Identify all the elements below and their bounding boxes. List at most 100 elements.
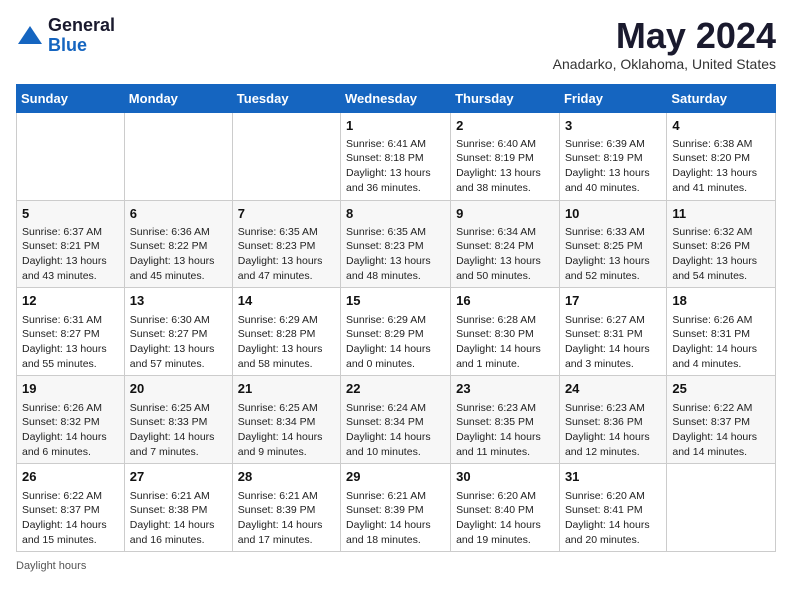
day-number: 10: [565, 205, 661, 223]
calendar-cell: 31 Sunrise: 6:20 AM Sunset: 8:41 PM Dayli…: [559, 464, 666, 552]
calendar-day-header: Thursday: [451, 84, 560, 112]
day-detail: Sunrise: 6:20 AM Sunset: 8:40 PM Dayligh…: [456, 490, 541, 546]
day-number: 27: [130, 468, 227, 486]
calendar-cell: 5 Sunrise: 6:37 AM Sunset: 8:21 PM Daylig…: [17, 200, 125, 288]
calendar-cell: 10 Sunrise: 6:33 AM Sunset: 8:25 PM Dayli…: [559, 200, 666, 288]
day-number: 31: [565, 468, 661, 486]
day-detail: Sunrise: 6:21 AM Sunset: 8:39 PM Dayligh…: [238, 490, 323, 546]
day-number: 24: [565, 380, 661, 398]
day-detail: Sunrise: 6:21 AM Sunset: 8:39 PM Dayligh…: [346, 490, 431, 546]
calendar-cell: 27 Sunrise: 6:21 AM Sunset: 8:38 PM Dayli…: [124, 464, 232, 552]
calendar-cell: 13Sunrise: 6:30 AM Sunset: 8:27 PM Dayli…: [124, 288, 232, 376]
day-detail: Sunrise: 6:38 AM Sunset: 8:20 PM Dayligh…: [672, 138, 757, 194]
day-detail: Sunrise: 6:37 AM Sunset: 8:21 PM Dayligh…: [22, 226, 107, 282]
calendar-cell: 21 Sunrise: 6:25 AM Sunset: 8:34 PM Dayli…: [232, 376, 340, 464]
title-area: May 2024 Anadarko, Oklahoma, United Stat…: [553, 16, 776, 72]
calendar-cell: 3Sunrise: 6:39 AM Sunset: 8:19 PM Daylig…: [559, 112, 666, 200]
logo-text: General Blue: [48, 16, 115, 56]
calendar-cell: 1 Sunrise: 6:41 AM Sunset: 8:18 PM Daylig…: [341, 112, 451, 200]
calendar-cell: 20 Sunrise: 6:25 AM Sunset: 8:33 PM Dayli…: [124, 376, 232, 464]
day-number: 17: [565, 292, 661, 310]
day-number: 2: [456, 117, 554, 135]
day-detail: Sunrise: 6:20 AM Sunset: 8:41 PM Dayligh…: [565, 490, 650, 546]
calendar-day-header: Wednesday: [341, 84, 451, 112]
day-detail: Sunrise: 6:24 AM Sunset: 8:34 PM Dayligh…: [346, 402, 431, 458]
day-detail: Sunrise: 6:23 AM Sunset: 8:35 PM Dayligh…: [456, 402, 541, 458]
calendar-cell: 14 Sunrise: 6:29 AM Sunset: 8:28 PM Dayli…: [232, 288, 340, 376]
calendar-cell: 9 Sunrise: 6:34 AM Sunset: 8:24 PM Daylig…: [451, 200, 560, 288]
day-number: 21: [238, 380, 335, 398]
calendar-day-header: Sunday: [17, 84, 125, 112]
day-number: 12: [22, 292, 119, 310]
calendar-cell: [17, 112, 125, 200]
calendar-day-header: Saturday: [667, 84, 776, 112]
calendar-day-header: Tuesday: [232, 84, 340, 112]
day-number: 4: [672, 117, 770, 135]
day-number: 23: [456, 380, 554, 398]
calendar-cell: 24 Sunrise: 6:23 AM Sunset: 8:36 PM Dayli…: [559, 376, 666, 464]
day-detail: Sunrise: 6:28 AM Sunset: 8:30 PM Dayligh…: [456, 314, 541, 370]
calendar-body: 1 Sunrise: 6:41 AM Sunset: 8:18 PM Daylig…: [17, 112, 776, 552]
day-number: 28: [238, 468, 335, 486]
calendar-day-header: Friday: [559, 84, 666, 112]
day-number: 20: [130, 380, 227, 398]
day-number: 18: [672, 292, 770, 310]
page-header: General Blue May 2024 Anadarko, Oklahoma…: [16, 16, 776, 72]
day-number: 29: [346, 468, 445, 486]
logo-blue: Blue: [48, 36, 115, 56]
day-number: 11: [672, 205, 770, 223]
day-detail: Sunrise: 6:21 AM Sunset: 8:38 PM Dayligh…: [130, 490, 215, 546]
day-number: 13: [130, 292, 227, 310]
calendar-cell: 11 Sunrise: 6:32 AM Sunset: 8:26 PM Dayli…: [667, 200, 776, 288]
day-detail: Sunrise: 6:22 AM Sunset: 8:37 PM Dayligh…: [22, 490, 107, 546]
day-detail: Sunrise: 6:26 AM Sunset: 8:31 PM Dayligh…: [672, 314, 757, 370]
day-number: 15: [346, 292, 445, 310]
day-number: 1: [346, 117, 445, 135]
day-number: 22: [346, 380, 445, 398]
calendar-cell: 6 Sunrise: 6:36 AM Sunset: 8:22 PM Daylig…: [124, 200, 232, 288]
calendar-cell: 4 Sunrise: 6:38 AM Sunset: 8:20 PM Daylig…: [667, 112, 776, 200]
day-detail: Sunrise: 6:35 AM Sunset: 8:23 PM Dayligh…: [238, 226, 323, 282]
day-number: 5: [22, 205, 119, 223]
day-detail: Sunrise: 6:23 AM Sunset: 8:36 PM Dayligh…: [565, 402, 650, 458]
location: Anadarko, Oklahoma, United States: [553, 56, 776, 72]
day-number: 8: [346, 205, 445, 223]
calendar-cell: 12 Sunrise: 6:31 AM Sunset: 8:27 PM Dayli…: [17, 288, 125, 376]
calendar-cell: 29 Sunrise: 6:21 AM Sunset: 8:39 PM Dayli…: [341, 464, 451, 552]
day-detail: Sunrise: 6:25 AM Sunset: 8:33 PM Dayligh…: [130, 402, 215, 458]
day-detail: Sunrise: 6:32 AM Sunset: 8:26 PM Dayligh…: [672, 226, 757, 282]
day-detail: Sunrise: 6:36 AM Sunset: 8:22 PM Dayligh…: [130, 226, 215, 282]
footer: Daylight hours: [16, 560, 776, 572]
day-detail: Sunrise: 6:41 AM Sunset: 8:18 PM Dayligh…: [346, 138, 431, 194]
calendar-week-row: 12 Sunrise: 6:31 AM Sunset: 8:27 PM Dayli…: [17, 288, 776, 376]
day-detail: Sunrise: 6:25 AM Sunset: 8:34 PM Dayligh…: [238, 402, 323, 458]
day-detail: Sunrise: 6:27 AM Sunset: 8:31 PM Dayligh…: [565, 314, 650, 370]
day-detail: Sunrise: 6:34 AM Sunset: 8:24 PM Dayligh…: [456, 226, 541, 282]
calendar-header-row: SundayMondayTuesdayWednesdayThursdayFrid…: [17, 84, 776, 112]
day-detail: Sunrise: 6:29 AM Sunset: 8:29 PM Dayligh…: [346, 314, 431, 370]
day-number: 30: [456, 468, 554, 486]
calendar-cell: 7 Sunrise: 6:35 AM Sunset: 8:23 PM Daylig…: [232, 200, 340, 288]
day-number: 7: [238, 205, 335, 223]
calendar-cell: [232, 112, 340, 200]
calendar-cell: 15 Sunrise: 6:29 AM Sunset: 8:29 PM Dayli…: [341, 288, 451, 376]
day-number: 9: [456, 205, 554, 223]
calendar-cell: [667, 464, 776, 552]
day-number: 25: [672, 380, 770, 398]
calendar-cell: 22 Sunrise: 6:24 AM Sunset: 8:34 PM Dayli…: [341, 376, 451, 464]
calendar-week-row: 1 Sunrise: 6:41 AM Sunset: 8:18 PM Daylig…: [17, 112, 776, 200]
calendar-cell: 2 Sunrise: 6:40 AM Sunset: 8:19 PM Daylig…: [451, 112, 560, 200]
day-number: 14: [238, 292, 335, 310]
logo-icon: [16, 22, 44, 50]
day-detail: Sunrise: 6:29 AM Sunset: 8:28 PM Dayligh…: [238, 314, 323, 370]
day-number: 6: [130, 205, 227, 223]
calendar-cell: 28 Sunrise: 6:21 AM Sunset: 8:39 PM Dayli…: [232, 464, 340, 552]
calendar-cell: 8Sunrise: 6:35 AM Sunset: 8:23 PM Daylig…: [341, 200, 451, 288]
logo-general: General: [48, 16, 115, 36]
day-number: 3: [565, 117, 661, 135]
day-detail: Sunrise: 6:33 AM Sunset: 8:25 PM Dayligh…: [565, 226, 650, 282]
day-detail: Sunrise: 6:40 AM Sunset: 8:19 PM Dayligh…: [456, 138, 541, 194]
month-title: May 2024: [553, 16, 776, 56]
day-detail: Sunrise: 6:31 AM Sunset: 8:27 PM Dayligh…: [22, 314, 107, 370]
calendar-cell: 25Sunrise: 6:22 AM Sunset: 8:37 PM Dayli…: [667, 376, 776, 464]
